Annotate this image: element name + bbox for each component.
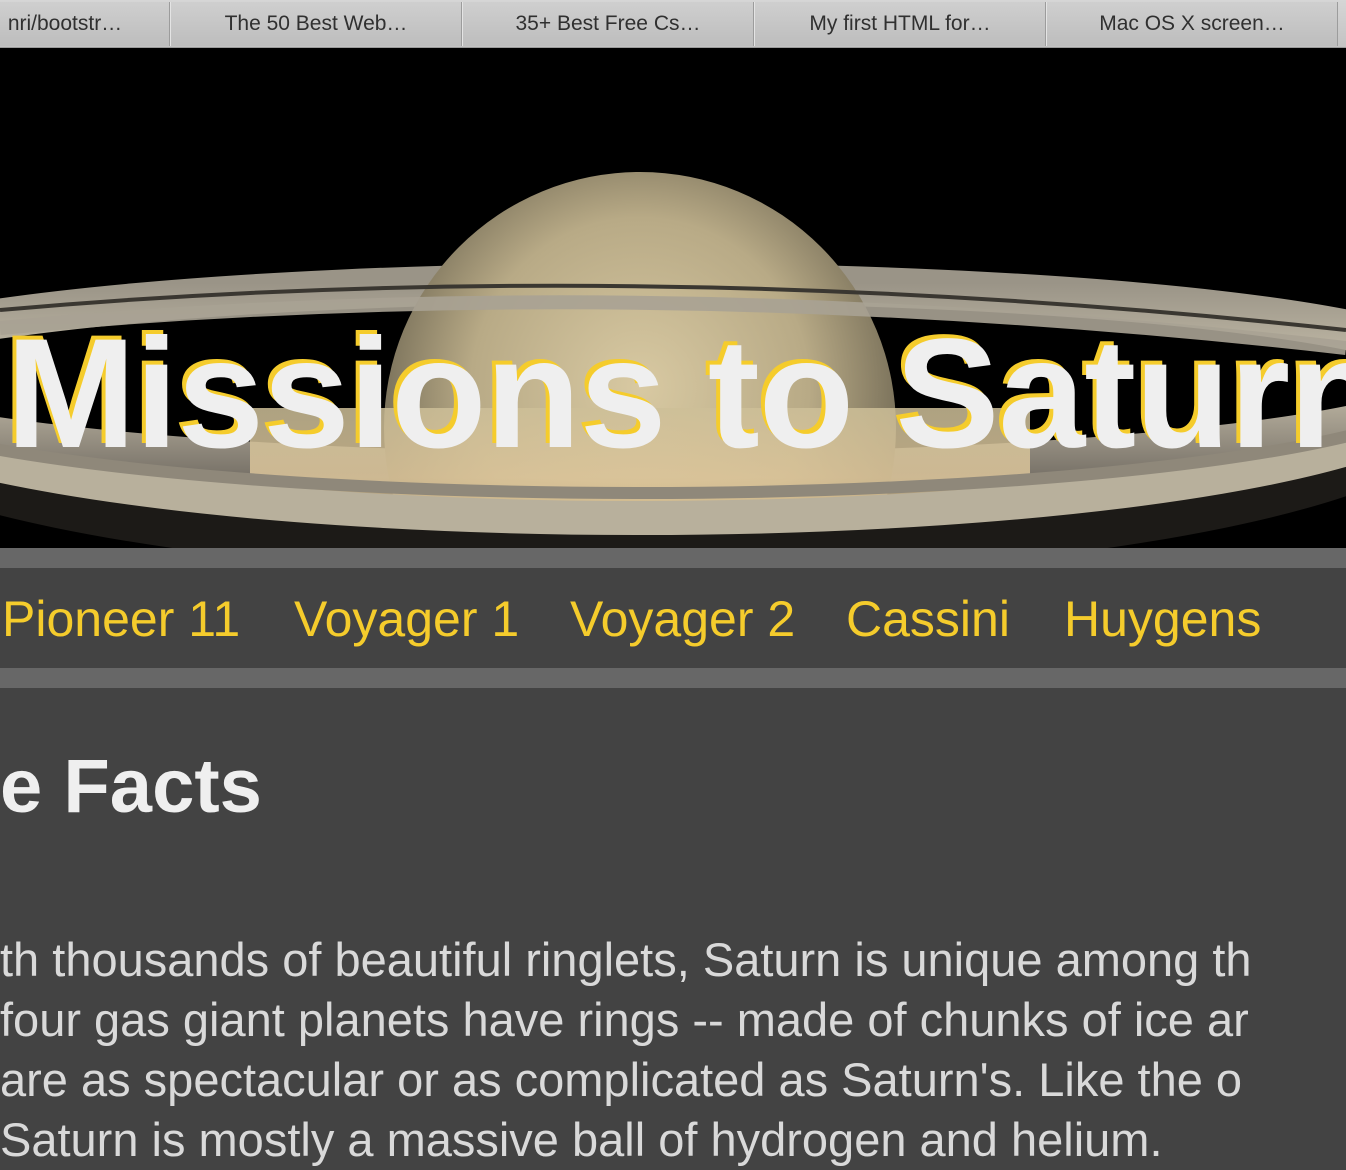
nav-link-voyager-1[interactable]: Voyager 1 xyxy=(294,590,519,648)
main-nav: Pioneer 11 Voyager 1 Voyager 2 Cassini H… xyxy=(0,568,1346,668)
paragraph-line: four gas giant planets have rings -- mad… xyxy=(0,993,1249,1046)
hero-banner: Missions to Saturn xyxy=(0,48,1346,548)
nav-divider-top xyxy=(0,548,1346,568)
browser-tab[interactable]: 35+ Best Free Cs… xyxy=(462,2,754,46)
browser-tab-bar: nri/bootstr… The 50 Best Web… 35+ Best F… xyxy=(0,0,1346,48)
paragraph-line: th thousands of beautiful ringlets, Satu… xyxy=(0,933,1252,986)
section-heading: e Facts xyxy=(0,744,262,829)
paragraph-line: Saturn is mostly a massive ball of hydro… xyxy=(0,1113,1163,1166)
browser-tab[interactable]: My first HTML for… xyxy=(754,2,1046,46)
facts-paragraph: th thousands of beautiful ringlets, Satu… xyxy=(0,930,1346,1170)
nav-link-pioneer-11[interactable]: Pioneer 11 xyxy=(2,590,240,648)
nav-link-voyager-2[interactable]: Voyager 2 xyxy=(570,590,795,648)
browser-tab[interactable]: Mac OS X screen… xyxy=(1046,2,1338,46)
browser-tab[interactable]: nri/bootstr… xyxy=(0,2,170,46)
nav-link-cassini[interactable]: Cassini xyxy=(846,590,1010,648)
nav-link-huygens[interactable]: Huygens xyxy=(1064,590,1261,648)
paragraph-line: are as spectacular or as complicated as … xyxy=(0,1053,1243,1106)
browser-tab[interactable]: The 50 Best Web… xyxy=(170,2,462,46)
page-title: Missions to Saturn xyxy=(6,307,1346,481)
nav-divider-bottom xyxy=(0,668,1346,688)
